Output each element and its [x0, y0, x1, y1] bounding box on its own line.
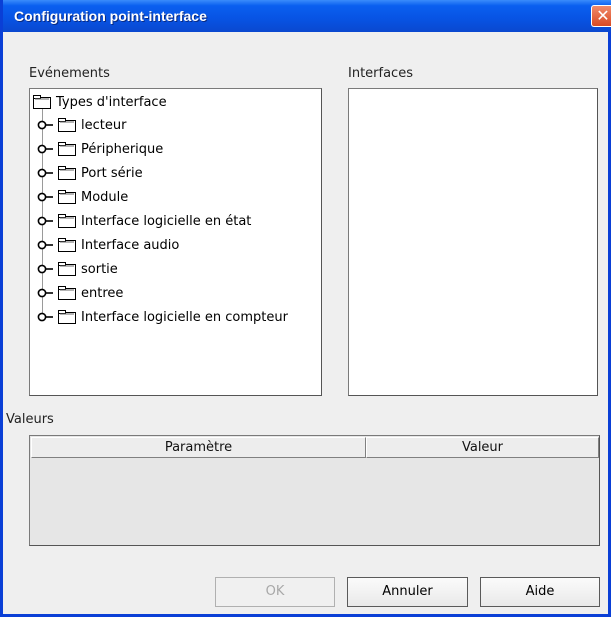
folder-icon [58, 214, 77, 228]
expand-handle-icon[interactable] [37, 118, 55, 132]
folder-icon [58, 238, 77, 252]
tree-item[interactable]: lecteur [37, 115, 126, 135]
ok-button[interactable]: OK [215, 577, 335, 607]
expand-handle-icon[interactable] [37, 190, 55, 204]
title-bar[interactable]: Configuration point-interface ✕ [3, 0, 611, 32]
folder-icon [58, 310, 77, 324]
events-label: Evénements [29, 66, 110, 81]
tree-root[interactable]: Types d'interface [33, 92, 167, 112]
tree-item[interactable]: Module [37, 187, 128, 207]
dialog-title: Configuration point-interface [14, 8, 207, 24]
tree-item[interactable]: Interface audio [37, 235, 179, 255]
tree-item-label: Interface logicielle en compteur [81, 309, 288, 325]
expand-handle-icon[interactable] [37, 142, 55, 156]
expand-handle-icon[interactable] [37, 214, 55, 228]
tree-item[interactable]: Port série [37, 163, 143, 183]
values-label: Valeurs [6, 412, 54, 427]
tree-item[interactable]: entree [37, 283, 123, 303]
column-header-parameter[interactable]: Paramètre [31, 437, 366, 458]
expand-handle-icon[interactable] [37, 238, 55, 252]
interfaces-list[interactable] [348, 88, 598, 396]
folder-icon [58, 166, 77, 180]
folder-icon [58, 286, 77, 300]
folder-icon [58, 118, 77, 132]
tree-item-label: Interface audio [81, 237, 180, 253]
expand-handle-icon[interactable] [37, 262, 55, 276]
tree-item-label: entree [81, 285, 124, 301]
folder-icon [58, 190, 77, 204]
cancel-button[interactable]: Annuler [347, 577, 468, 607]
folder-icon [58, 142, 77, 156]
interfaces-label: Interfaces [348, 66, 413, 81]
close-icon[interactable]: ✕ [591, 5, 611, 27]
help-button[interactable]: Aide [480, 577, 600, 607]
tree-item[interactable]: Interface logicielle en état [37, 211, 251, 231]
tree-item-label: Interface logicielle en état [81, 213, 252, 229]
tree-item-label: Module [81, 189, 129, 205]
expand-handle-icon[interactable] [37, 286, 55, 300]
folder-icon [33, 95, 52, 109]
tree-item[interactable]: Interface logicielle en compteur [37, 307, 288, 327]
tree-item-label: lecteur [81, 117, 127, 133]
dialog-window: Configuration point-interface ✕ Evénemen… [0, 0, 611, 617]
folder-icon [58, 262, 77, 276]
tree-item[interactable]: sortie [37, 259, 118, 279]
tree-item-label: Péripherique [81, 141, 164, 157]
expand-handle-icon[interactable] [37, 310, 55, 324]
tree-root-label: Types d'interface [56, 94, 167, 110]
column-header-value[interactable]: Valeur [366, 437, 599, 458]
tree-item-label: sortie [81, 261, 118, 277]
values-table[interactable]: Paramètre Valeur [29, 435, 600, 546]
events-tree[interactable]: Types d'interface lecteur Péripherique Por… [29, 88, 322, 396]
expand-handle-icon[interactable] [37, 166, 55, 180]
tree-item-label: Port série [81, 165, 143, 181]
tree-item[interactable]: Péripherique [37, 139, 163, 159]
